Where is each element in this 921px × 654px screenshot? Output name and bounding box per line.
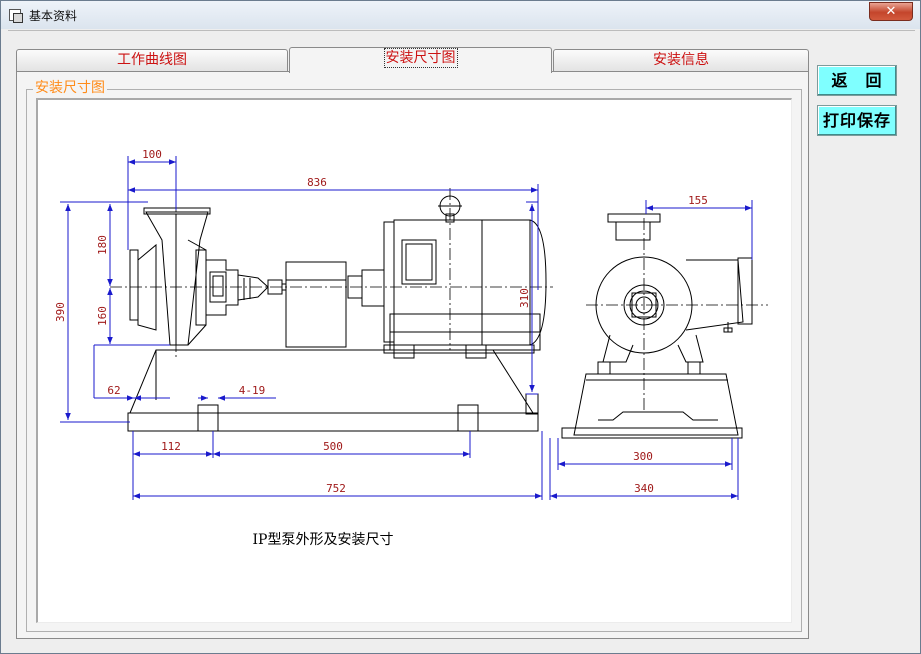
group-label: 安装尺寸图	[33, 80, 107, 96]
dim-112: 112	[161, 440, 181, 453]
pump-installation-drawing: 100 836 155 390 180 160 310 62 4-19 112 …	[54, 148, 768, 548]
tab-bar: 工作曲线图 安装尺寸图 安装信息	[16, 47, 809, 73]
centerlines	[110, 188, 768, 410]
dim-100: 100	[142, 148, 162, 161]
tab-install-info[interactable]: 安装信息	[553, 49, 809, 71]
dim-752: 752	[326, 482, 346, 495]
tab-install-dimensions[interactable]: 安装尺寸图	[289, 47, 552, 73]
pump-end-view	[561, 213, 753, 439]
drawing-caption: IP型泵外形及安装尺寸	[253, 532, 394, 548]
dim-836: 836	[307, 176, 327, 189]
client-area: 工作曲线图 安装尺寸图 安装信息 安装尺寸图 100 836 155 390 1…	[8, 30, 915, 649]
dim-160: 160	[96, 306, 109, 326]
main-window: 基本资料 ✕ 工作曲线图 安装尺寸图 安装信息 安装尺寸图 100 836 15…	[0, 0, 921, 654]
back-button[interactable]: 返 回	[817, 65, 897, 96]
close-button[interactable]: ✕	[869, 2, 913, 21]
window-title: 基本资料	[29, 9, 78, 23]
dim-300: 300	[633, 450, 653, 463]
install-dimensions-group: 安装尺寸图 100 836 155 390 180 160 310 62 4-1…	[26, 80, 802, 632]
title-bar[interactable]: 基本资料 ✕	[1, 1, 920, 29]
pump-side-view	[127, 195, 547, 432]
print-save-button[interactable]: 打印保存	[817, 105, 897, 136]
dim-310: 310	[518, 288, 531, 308]
tab-panel: 安装尺寸图 100 836 155 390 180 160 310 62 4-1…	[16, 71, 809, 639]
dim-500: 500	[323, 440, 343, 453]
drawing-image-area: 100 836 155 390 180 160 310 62 4-19 112 …	[36, 98, 792, 623]
dim-155: 155	[688, 194, 708, 207]
dim-180: 180	[96, 235, 109, 255]
app-icon	[9, 9, 23, 23]
dim-62: 62	[107, 384, 120, 397]
dim-390: 390	[54, 302, 67, 322]
dim-340: 340	[634, 482, 654, 495]
tab-work-curve[interactable]: 工作曲线图	[16, 49, 288, 71]
dimension-labels: 100 836 155 390 180 160 310 62 4-19 112 …	[54, 148, 708, 495]
dim-4-19: 4-19	[239, 384, 266, 397]
